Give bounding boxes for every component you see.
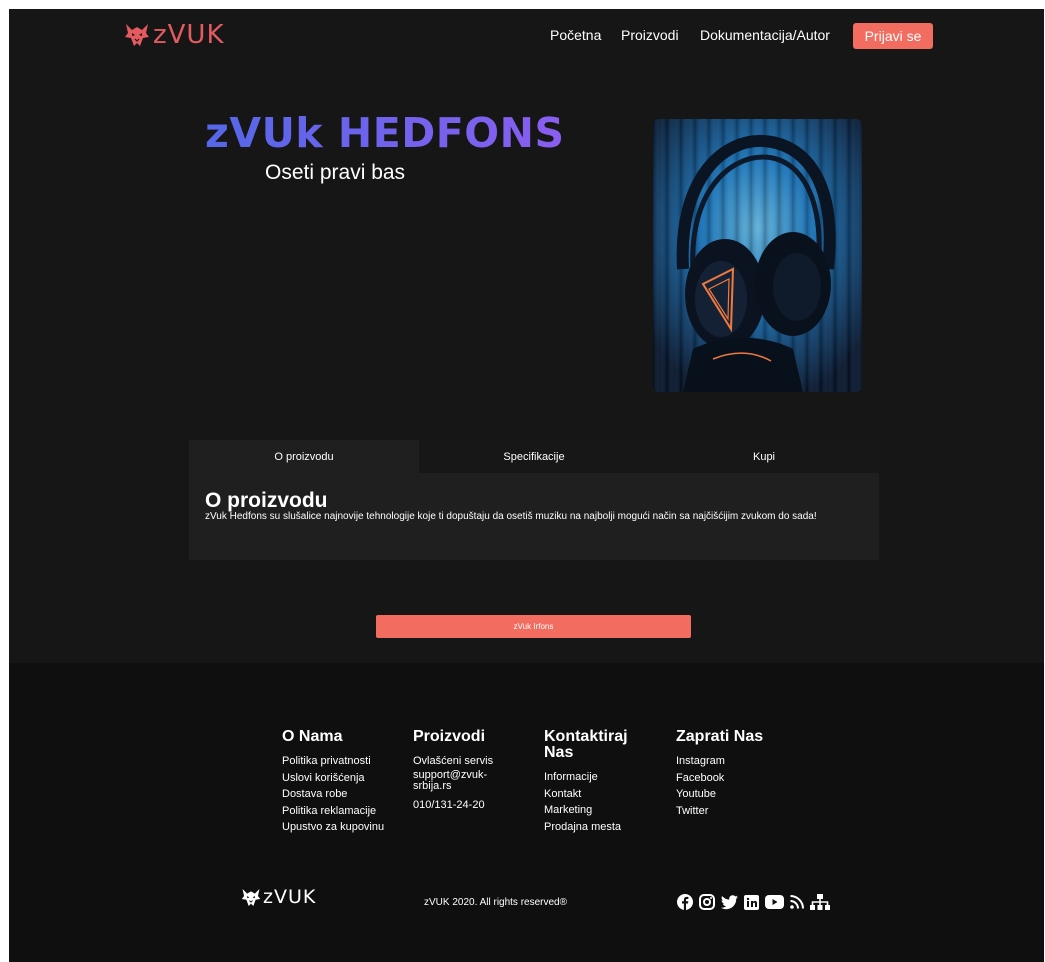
- footer-link[interactable]: Dostava robe: [282, 788, 347, 800]
- footer-column-title: Kontaktiraj Nas: [544, 728, 628, 761]
- nav-link-proizvodi[interactable]: Proizvodi: [621, 27, 679, 43]
- site-logo[interactable]: zVUK: [124, 20, 225, 50]
- footer-column-title: Zaprati Nas: [676, 728, 764, 745]
- tab-panel: O proizvodu zVuk Hedfons su slušalice na…: [189, 473, 879, 522]
- footer-link[interactable]: Instagram: [676, 755, 725, 767]
- copyright-text: zVUK 2020. All rights reserved®: [424, 897, 567, 908]
- footer-logo[interactable]: zVUK: [241, 886, 316, 908]
- footer-link[interactable]: Kontakt: [544, 788, 581, 800]
- youtube-icon[interactable]: [765, 895, 784, 909]
- nav-link-pocetna[interactable]: Početna: [550, 27, 601, 43]
- instagram-icon[interactable]: [699, 894, 715, 910]
- login-button[interactable]: Prijavi se: [853, 23, 933, 49]
- footer-column-title: Proizvodi: [413, 728, 486, 745]
- tab-kupi[interactable]: Kupi: [649, 440, 879, 473]
- footer-link[interactable]: Marketing: [544, 804, 592, 816]
- tab-specifikacije[interactable]: Specifikacije: [419, 440, 649, 473]
- page: zVUK Početna Proizvodi Dokumentacija/Aut…: [9, 9, 1044, 962]
- twitter-icon[interactable]: [721, 894, 738, 910]
- facebook-icon[interactable]: [677, 894, 693, 910]
- footer-link[interactable]: Twitter: [676, 805, 708, 817]
- hero-title: zVUk HEDFONS: [205, 109, 565, 157]
- wolf-logo-icon: [124, 23, 150, 47]
- footer-phone[interactable]: 010/131-24-20: [413, 799, 485, 811]
- footer-link[interactable]: Uslovi korišćenja: [282, 772, 365, 784]
- hero-subtitle: Oseti pravi bas: [265, 161, 406, 184]
- footer-column-title: O Nama: [282, 728, 343, 745]
- tab-bar: O proizvodu Specifikacije Kupi: [189, 440, 879, 473]
- footer-link[interactable]: Upustvo za kupovinu: [282, 821, 384, 833]
- panel-title: O proizvodu: [205, 489, 328, 512]
- panel-text: zVuk Hedfons su slušalice najnovije tehn…: [205, 511, 817, 522]
- footer-link[interactable]: Politika reklamacije: [282, 805, 376, 817]
- footer-column-o-nama: O Nama Politika privatnosti Uslovi koriš…: [282, 729, 402, 836]
- social-icons: [677, 894, 830, 910]
- rss-icon[interactable]: [790, 895, 804, 909]
- footer: O Nama Politika privatnosti Uslovi koriš…: [9, 663, 1044, 962]
- footer-link[interactable]: Politika privatnosti: [282, 755, 371, 767]
- headphones-photo: [653, 119, 862, 392]
- footer-logo-text: zVUK: [263, 886, 317, 908]
- product-tabs: O proizvodu Specifikacije Kupi O proizvo…: [189, 440, 879, 560]
- footer-link[interactable]: Informacije: [544, 771, 598, 783]
- linkedin-icon[interactable]: [744, 894, 759, 910]
- sitemap-icon[interactable]: [810, 894, 830, 910]
- footer-column-kontakt: Kontaktiraj Nas Informacije Kontakt Mark…: [544, 729, 654, 835]
- logo-text: zVUK: [153, 20, 225, 50]
- zvuk-irfons-button[interactable]: zVuk Irfons: [376, 615, 691, 638]
- tab-o-proizvodu[interactable]: O proizvodu: [189, 440, 419, 473]
- footer-email-link[interactable]: support@zvuk-srbija.rs: [413, 769, 487, 792]
- footer-column-proizvodi: Proizvodi Ovlašćeni servis support@zvuk-…: [413, 729, 513, 813]
- nav-link-dokumentacija[interactable]: Dokumentacija/Autor: [700, 27, 830, 43]
- footer-link[interactable]: Youtube: [676, 788, 716, 800]
- footer-link[interactable]: Prodajna mesta: [544, 821, 621, 833]
- footer-column-zaprati-nas: Zaprati Nas Instagram Facebook Youtube T…: [676, 729, 796, 819]
- footer-link[interactable]: Facebook: [676, 772, 724, 784]
- footer-link[interactable]: Ovlašćeni servis: [413, 755, 493, 767]
- wolf-logo-icon: [241, 888, 261, 907]
